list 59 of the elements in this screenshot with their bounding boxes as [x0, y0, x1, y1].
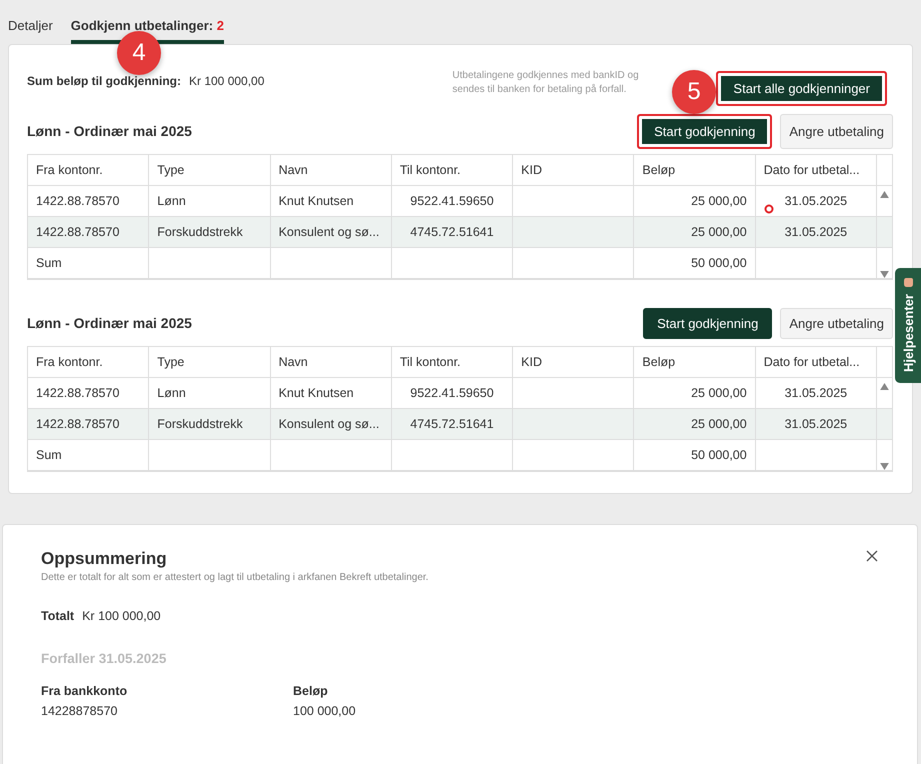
table-cell: Sum [28, 248, 150, 278]
summary-subtitle: Dette er totalt for alt som er attestert og lagt til utbetaling i arkfanen Bekreft utbetalinger. [41, 572, 430, 583]
scroll-down-icon[interactable] [880, 463, 889, 470]
due-heading: Forfaller 31.05.2025 [41, 651, 168, 666]
column-header[interactable]: KID [513, 155, 634, 185]
column-header: Fra bankkonto [41, 684, 128, 698]
table-cell: 50 000,00 [634, 248, 756, 278]
total-value: Kr 100 000,00 [82, 609, 161, 623]
table-cell: 4745.72.51641 [392, 217, 514, 247]
undo-button[interactable]: Angre utbetaling [780, 114, 893, 148]
column-header[interactable]: Type [149, 347, 271, 377]
summary-value: 100 000,00 [293, 704, 357, 718]
table-cell: 1422.88.78570 [28, 217, 150, 247]
column-header[interactable]: Til kontonr. [392, 155, 514, 185]
table-cell: 31.05.2025 [756, 409, 877, 439]
column-header[interactable]: Type [149, 155, 271, 185]
group-title: Lønn - Ordinær mai 2025 [27, 123, 192, 139]
column-header[interactable]: KID [513, 347, 634, 377]
undo-button[interactable]: Angre utbetaling [780, 308, 893, 338]
column-header[interactable]: Fra kontonr. [28, 155, 150, 185]
start-button[interactable]: Start godkjenning [643, 308, 772, 338]
table-cell: 25 000,00 [634, 409, 756, 439]
column-header: Beløp [293, 684, 329, 698]
summary-value: 14228878570 [41, 704, 118, 718]
column-header[interactable]: Dato for utbetal... [756, 347, 877, 377]
scroll-up-icon[interactable] [880, 191, 889, 198]
table-cell: Sum [28, 440, 150, 470]
column-header[interactable]: Navn [270, 347, 392, 377]
table-cell: 1422.88.78570 [28, 409, 150, 439]
summary-title: Oppsummering [41, 549, 167, 569]
table-cell: 4745.72.51641 [392, 409, 514, 439]
table-cell: 25 000,00 [634, 217, 756, 247]
column-header[interactable]: Dato for utbetal... [756, 155, 877, 185]
table-cell: Konsulent og sø... [270, 409, 392, 439]
column-header[interactable]: Fra kontonr. [28, 347, 150, 377]
table-cell: Forskuddstrekk [149, 217, 271, 247]
total-label: Totalt [41, 609, 74, 623]
sum-label: Sum beløp til godkjenning: [27, 74, 181, 88]
table-cell: 50 000,00 [634, 440, 756, 470]
group-title: Lønn - Ordinær mai 2025 [27, 315, 192, 331]
hand-icon [902, 276, 914, 288]
column-header[interactable]: Beløp [634, 347, 756, 377]
tab-count: 2 [216, 18, 224, 32]
help-center-tab[interactable]: Hjelpesenter [895, 268, 921, 383]
table-cell: 31.05.2025 [756, 217, 877, 247]
table-cell: Forskuddstrekk [149, 409, 271, 439]
scroll-down-icon[interactable] [880, 271, 889, 278]
cursor-marker-icon [764, 204, 774, 214]
sum-value: Kr 100 000,00 [189, 74, 264, 88]
scroll-up-icon[interactable] [880, 383, 889, 390]
close-icon[interactable] [866, 550, 878, 562]
column-header[interactable]: Navn [270, 155, 392, 185]
start-button[interactable]: Start godkjenning [637, 114, 772, 148]
column-header[interactable]: Beløp [634, 155, 756, 185]
column-header[interactable]: Til kontonr. [392, 347, 514, 377]
tab[interactable]: Detaljer [8, 0, 53, 44]
start-all-button[interactable]: Start alle godkjenninger [716, 71, 887, 106]
info-text: Utbetalingene godkjennes med bankID og sendes til banken for betaling på forfall. [452, 69, 640, 97]
table-cell: Konsulent og sø... [270, 217, 392, 247]
